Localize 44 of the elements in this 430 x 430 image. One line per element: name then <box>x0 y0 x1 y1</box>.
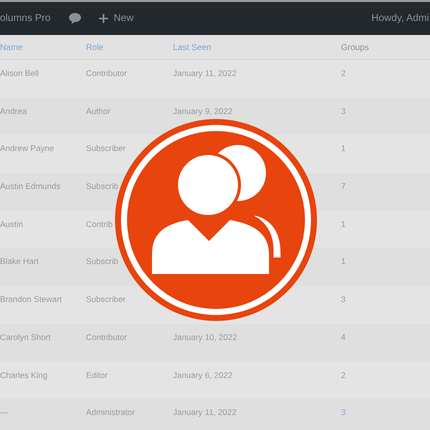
last-seen-date: January 10, 2022 <box>173 330 238 344</box>
plus-icon <box>98 14 108 23</box>
last-seen-date: January 11, 2022 <box>173 67 238 80</box>
last-seen-date: January 6, 2022 <box>173 368 234 381</box>
group-count: 3 <box>341 294 346 304</box>
user-role: Contrib <box>86 218 114 230</box>
user-role: Author <box>86 104 112 118</box>
user-name: Carolyn Short <box>0 330 52 344</box>
user-name: Alison Bell <box>0 67 40 80</box>
user-role: Subscrib <box>86 255 120 268</box>
user-name: Austin <box>0 218 24 230</box>
user-name: Andrew Payne <box>0 142 55 155</box>
user-role: Editor <box>86 368 109 381</box>
user-role: Subscriber <box>86 293 127 306</box>
group-count: 2 <box>341 370 346 380</box>
user-name: Blake Hart <box>0 255 40 268</box>
group-count: 1 <box>341 218 346 229</box>
user-role: Contributor <box>86 67 128 80</box>
column-header[interactable]: Role <box>86 40 173 54</box>
column-header: Groups <box>341 40 369 54</box>
user-name: Andrea <box>0 104 28 118</box>
site-name-link[interactable]: olumns Pro <box>0 11 51 26</box>
column-header[interactable]: Last Seen <box>173 40 341 54</box>
column-header[interactable]: Name <box>0 40 86 54</box>
user-role: Subscriber <box>86 142 127 155</box>
user-role: Contributor <box>86 330 128 344</box>
user-role: Administrator <box>86 406 136 419</box>
user-role: Subscrib <box>86 180 120 192</box>
user-name: Austin Edmunds <box>0 180 62 192</box>
user-name: Brandon Stewart <box>0 293 63 306</box>
group-count-link[interactable]: 3 <box>341 407 346 418</box>
group-count: 7 <box>341 181 346 192</box>
user-name: — <box>0 406 10 419</box>
last-seen-date: January 11, 2022 <box>173 406 238 419</box>
group-count: 4 <box>341 332 346 342</box>
last-seen-date: January 9, 2022 <box>173 104 234 118</box>
comment-icon[interactable] <box>68 13 81 24</box>
account-menu[interactable]: Howdy, Admi <box>371 11 429 26</box>
group-count: 3 <box>341 106 346 116</box>
group-count: 1 <box>341 143 346 154</box>
new-button[interactable]: New <box>98 11 134 26</box>
user-name: Charles King <box>0 368 49 381</box>
group-count: 1 <box>341 256 346 266</box>
group-count: 2 <box>341 68 346 78</box>
